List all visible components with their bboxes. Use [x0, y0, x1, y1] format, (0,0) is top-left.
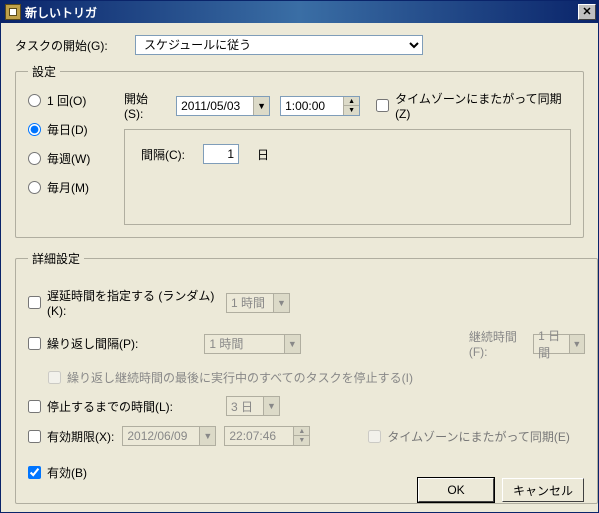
- expire-tz-checkbox: [368, 430, 381, 443]
- radio-weekly-label: 毎週(W): [47, 150, 90, 167]
- settings-legend: 設定: [28, 63, 60, 80]
- start-time-picker[interactable]: ▲▼: [280, 96, 360, 116]
- task-begin-select[interactable]: スケジュールに従う: [135, 35, 423, 55]
- radio-monthly[interactable]: [28, 181, 41, 194]
- stop-all-checkbox: [48, 371, 61, 384]
- interval-unit: 日: [257, 146, 269, 163]
- radio-monthly-label: 毎月(M): [47, 179, 89, 196]
- stop-after-select: 3 日 ▼: [226, 396, 280, 416]
- random-delay-select: 1 時間 ▼: [226, 293, 290, 313]
- stop-after-label: 停止するまでの時間(L):: [47, 398, 173, 415]
- tz-sync-checkbox[interactable]: [376, 99, 389, 112]
- expire-date-picker: 2012/06/09 ▼: [122, 426, 216, 446]
- start-date-input[interactable]: [177, 97, 253, 115]
- schedule-panel: 間隔(C): 日: [124, 129, 571, 225]
- chevron-down-icon: ▼: [273, 294, 289, 312]
- chevron-down-icon: ▼: [569, 335, 584, 353]
- repeat-interval-checkbox[interactable]: [28, 337, 41, 350]
- chevron-down-icon: ▼: [199, 427, 215, 445]
- random-delay-label: 遅延時間を指定する (ランダム)(K):: [47, 287, 218, 318]
- expire-tz-label: タイムゾーンにまたがって同期(E): [387, 428, 570, 445]
- app-icon: [5, 4, 21, 20]
- advanced-legend: 詳細設定: [28, 250, 84, 267]
- time-spinner[interactable]: ▲▼: [343, 97, 359, 115]
- random-delay-checkbox[interactable]: [28, 296, 41, 309]
- expire-checkbox[interactable]: [28, 430, 41, 443]
- advanced-fieldset: 詳細設定 遅延時間を指定する (ランダム)(K): 1 時間 ▼ 繰り返し間隔(…: [15, 250, 598, 504]
- repeat-interval-select: 1 時間 ▼: [204, 334, 300, 354]
- radio-once[interactable]: [28, 94, 41, 107]
- duration-label: 継続時間(F):: [469, 328, 527, 359]
- start-time-input[interactable]: [281, 97, 343, 115]
- chevron-down-icon: ▼: [263, 397, 279, 415]
- close-button[interactable]: ✕: [578, 4, 596, 20]
- window-title: 新しいトリガ: [25, 4, 578, 21]
- chevron-down-icon: ▼: [284, 335, 300, 353]
- start-label: 開始(S):: [124, 90, 166, 121]
- interval-label: 間隔(C):: [141, 146, 185, 163]
- enabled-label: 有効(B): [47, 464, 87, 481]
- repeat-interval-label: 繰り返し間隔(P):: [47, 335, 138, 352]
- title-bar: 新しいトリガ ✕: [1, 1, 598, 23]
- radio-daily[interactable]: [28, 123, 41, 136]
- ok-button[interactable]: OK: [418, 478, 494, 502]
- duration-select: 1 日間 ▼: [533, 334, 585, 354]
- stop-after-checkbox[interactable]: [28, 400, 41, 413]
- interval-input[interactable]: [203, 144, 239, 164]
- time-spinner: ▲▼: [293, 427, 309, 445]
- radio-weekly[interactable]: [28, 152, 41, 165]
- radio-daily-label: 毎日(D): [47, 121, 88, 138]
- start-date-picker[interactable]: ▼: [176, 96, 270, 116]
- expire-label: 有効期限(X):: [47, 428, 114, 445]
- stop-all-label: 繰り返し継続時間の最後に実行中のすべてのタスクを停止する(I): [67, 369, 413, 386]
- tz-sync-label: タイムゾーンにまたがって同期(Z): [395, 90, 571, 121]
- task-begin-label: タスクの開始(G):: [15, 37, 127, 54]
- radio-once-label: 1 回(O): [47, 92, 86, 109]
- enabled-checkbox[interactable]: [28, 466, 41, 479]
- chevron-down-icon[interactable]: ▼: [253, 97, 269, 115]
- settings-fieldset: 設定 1 回(O) 毎日(D) 毎週(W): [15, 63, 584, 238]
- cancel-button[interactable]: キャンセル: [502, 478, 584, 502]
- expire-time-picker: 22:07:46 ▲▼: [224, 426, 310, 446]
